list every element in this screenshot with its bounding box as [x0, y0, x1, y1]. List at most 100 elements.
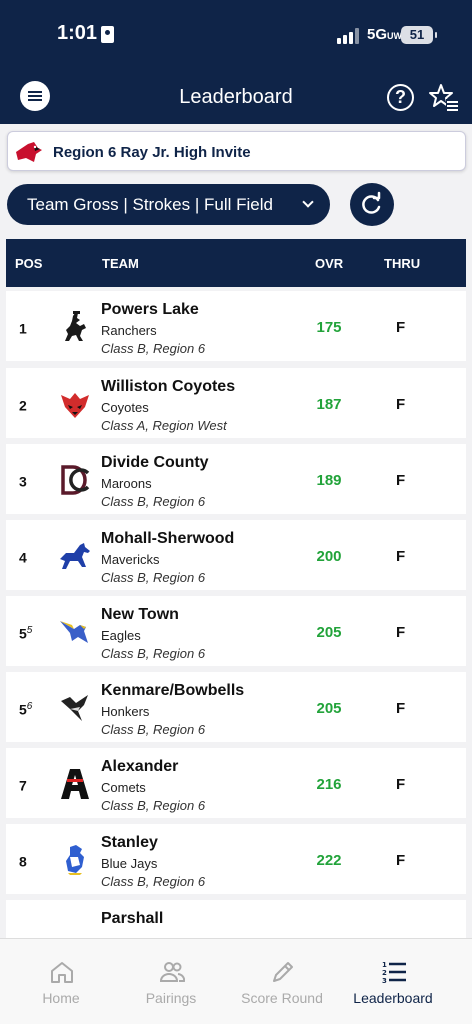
leaderboard-filter-dropdown[interactable]: Team Gross | Strokes | Full Field	[7, 184, 330, 225]
team-name: New Town	[101, 606, 179, 623]
overall-score: 222	[316, 852, 342, 869]
team-name: Alexander	[101, 758, 179, 775]
header-pos: POS	[15, 256, 43, 271]
nav-label: Leaderboard	[353, 990, 433, 1006]
thru-status: F	[396, 776, 406, 793]
nav-leaderboard[interactable]: 1 2 3 Leaderboard	[334, 939, 452, 1024]
event-card[interactable]: Region 6 Ray Jr. High Invite	[7, 131, 466, 171]
overall-score: 189	[316, 472, 342, 489]
row-position: 1	[19, 320, 27, 337]
team-mascot: Maroons	[101, 476, 152, 491]
bottom-nav: Home Pairings Score Round 1 2 3 Leaderbo…	[0, 938, 472, 1024]
nav-score-round[interactable]: Score Round	[223, 939, 341, 1024]
table-row[interactable]: 4 Mohall-Sherwood Mavericks Class B, Reg…	[6, 520, 466, 590]
horse-icon	[60, 543, 90, 569]
parshall-icon	[58, 919, 92, 938]
team-mascot: Blue Jays	[101, 856, 158, 871]
chevron-down-icon	[302, 196, 314, 208]
svg-text:3: 3	[382, 977, 387, 985]
team-mascot: Ranchers	[101, 323, 157, 338]
leaderboard-list[interactable]: 1 Powers Lake Ranchers Class B, Region 6…	[6, 291, 466, 938]
pencil-icon	[273, 962, 293, 982]
overall-score: 187	[316, 396, 342, 413]
app-header: 1:01 5GUW 51 Leaderboard ?	[0, 0, 472, 124]
bronco-rider-icon	[65, 311, 86, 341]
table-row[interactable]: 1 Powers Lake Ranchers Class B, Region 6…	[6, 291, 466, 361]
nav-label: Pairings	[145, 990, 197, 1006]
help-icon[interactable]: ?	[387, 84, 414, 111]
pairings-icon	[159, 962, 185, 982]
table-row[interactable]: 2 Williston Coyotes Coyotes Class A, Reg…	[6, 368, 466, 438]
row-position: 4	[19, 549, 27, 566]
nav-label: Home	[42, 990, 80, 1006]
team-region: Class B, Region 6	[101, 722, 206, 737]
thru-status: F	[396, 852, 406, 869]
team-region: Class B, Region 6	[101, 341, 206, 356]
coyote-icon	[61, 393, 89, 418]
team-region: Class B, Region 6	[101, 570, 206, 585]
team-name: Parshall	[101, 910, 164, 927]
team-name: Mohall-Sherwood	[101, 530, 235, 547]
team-region: Class A, Region West	[101, 418, 227, 433]
row-position: 3	[19, 473, 27, 490]
team-region: Class B, Region 6	[101, 646, 206, 661]
contact-card-icon	[101, 26, 114, 43]
team-region: Class B, Region 6	[101, 798, 206, 813]
row-position: 55	[19, 625, 33, 642]
overall-score: 205	[316, 624, 342, 641]
table-row[interactable]: 7 Alexander Comets Class B, Region 6 216…	[6, 748, 466, 818]
table-header: POS TEAM OVR THRU	[6, 239, 466, 287]
svg-text:1: 1	[382, 961, 387, 969]
team-mascot: Comets	[101, 780, 146, 795]
eagle-icon	[60, 621, 88, 643]
table-row[interactable]: 8 Stanley Blue Jays Class B, Region 6 22…	[6, 824, 466, 894]
letter-a-icon	[61, 769, 89, 799]
thru-status: F	[396, 472, 406, 489]
table-row[interactable]: 55 New Town Eagles Class B, Region 6 205…	[6, 596, 466, 666]
overall-score: 205	[316, 700, 342, 717]
team-name: Divide County	[101, 454, 209, 471]
team-name: Powers Lake	[101, 301, 199, 318]
team-mascot: Eagles	[101, 628, 141, 643]
refresh-button[interactable]	[350, 183, 394, 226]
refresh-icon	[362, 191, 381, 214]
team-name: Williston Coyotes	[101, 378, 236, 395]
team-mascot: Honkers	[101, 704, 150, 719]
cardinal-logo-icon	[16, 142, 42, 162]
team-name: Stanley	[101, 834, 158, 851]
signal-icon	[337, 28, 361, 44]
overall-score: 216	[316, 776, 342, 793]
dc-monogram-icon	[61, 465, 90, 495]
event-name: Region 6 Ray Jr. High Invite	[53, 144, 251, 161]
team-region: Class B, Region 6	[101, 494, 206, 509]
leaderboard-icon: 1 2 3	[382, 961, 406, 985]
favorites-list-icon[interactable]	[428, 83, 460, 113]
goose-icon	[61, 695, 88, 721]
row-position: 56	[19, 701, 33, 718]
network-type: 5GUW	[367, 26, 403, 43]
overall-score: 200	[316, 548, 342, 565]
team-region: Class B, Region 6	[101, 874, 206, 889]
header-thru: THRU	[384, 256, 421, 271]
row-position: 2	[19, 397, 27, 414]
thru-status: F	[396, 396, 406, 413]
nav-pairings[interactable]: Pairings	[112, 939, 230, 1024]
thru-status: F	[396, 319, 406, 336]
row-position: 7	[19, 777, 27, 794]
thru-status: F	[396, 624, 406, 641]
header-ovr: OVR	[315, 256, 344, 271]
status-time: 1:01	[57, 22, 98, 44]
team-mascot: Mavericks	[101, 552, 160, 567]
table-row[interactable]: 3 Divide County Maroons Class B, Region …	[6, 444, 466, 514]
thru-status: F	[396, 700, 406, 717]
header-team: TEAM	[102, 256, 139, 271]
team-mascot: Coyotes	[101, 400, 149, 415]
overall-score: 175	[316, 319, 342, 336]
row-position: 8	[19, 853, 27, 870]
home-icon	[51, 962, 73, 983]
nav-home[interactable]: Home	[2, 939, 120, 1024]
table-row[interactable]: 56 Kenmare/Bowbells Honkers Class B, Reg…	[6, 672, 466, 742]
team-name: Kenmare/Bowbells	[101, 682, 245, 699]
table-row[interactable]: Parshall	[6, 900, 466, 938]
blue-jay-icon	[66, 845, 84, 875]
